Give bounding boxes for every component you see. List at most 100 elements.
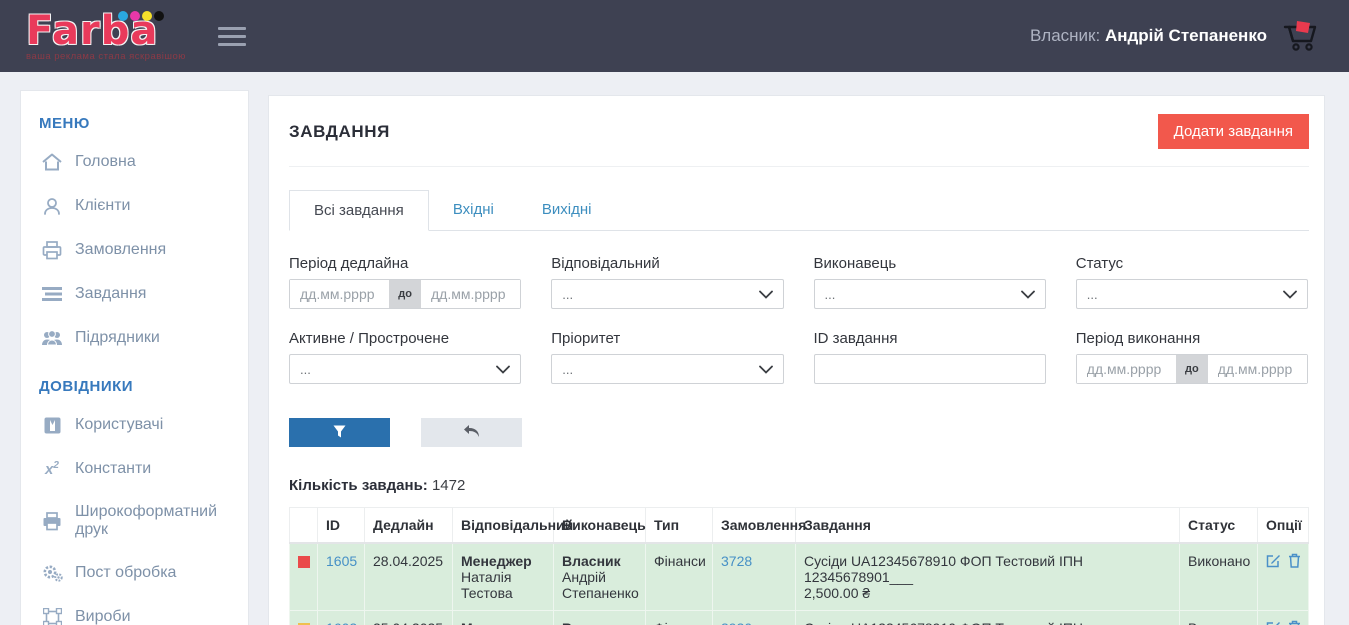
- active-overdue-label: Активне / Прострочене: [289, 330, 521, 347]
- delete-icon[interactable]: [1288, 620, 1301, 625]
- responsible-cell: Менеджер Наталія Тестова: [453, 543, 554, 611]
- chevron-down-icon: [496, 365, 510, 374]
- deadline-period-range: до: [289, 279, 521, 309]
- apply-filter-button[interactable]: [289, 418, 390, 447]
- task-count-label: Кількість завдань:: [289, 477, 428, 494]
- executor-select-value: ...: [825, 287, 836, 302]
- title-row: ЗАВДАННЯ Додати завдання: [289, 114, 1309, 149]
- status-select-value: ...: [1087, 287, 1098, 302]
- sidebar-item-label: Головна: [75, 153, 136, 171]
- sidebar-item-constants[interactable]: x2 Константи: [37, 447, 248, 491]
- logo-cmyk-dots: [118, 11, 164, 21]
- yellow-dot: [142, 11, 152, 21]
- tab-outbox[interactable]: Вихідні: [518, 190, 616, 231]
- executor-label: Виконавець: [814, 255, 1046, 272]
- task-id-input[interactable]: [814, 354, 1046, 384]
- sidebar-section-menu-title: МЕНЮ: [39, 115, 248, 132]
- responsible-label: Відповідальний: [551, 255, 783, 272]
- topbar-right: Власник: Андрій Степаненко: [1030, 16, 1321, 57]
- col-deadline: Дедлайн: [365, 508, 453, 544]
- page-title: ЗАВДАННЯ: [289, 122, 390, 142]
- execution-from-input[interactable]: [1077, 355, 1176, 383]
- col-id: ID: [318, 508, 365, 544]
- printer-icon: [41, 240, 63, 260]
- cart-icon[interactable]: [1283, 18, 1321, 59]
- sidebar-item-label: Клієнти: [75, 197, 130, 215]
- status-label: Статус: [1076, 255, 1308, 272]
- active-overdue-field: Активне / Прострочене ...: [289, 330, 521, 384]
- tab-inbox[interactable]: Вхідні: [429, 190, 518, 231]
- sidebar-item-home[interactable]: Головна: [37, 140, 248, 184]
- sidebar-item-tasks[interactable]: Завдання: [37, 272, 248, 316]
- col-executor: Виконавець: [554, 508, 646, 544]
- owner-info: Власник: Андрій Степаненко: [1030, 26, 1267, 46]
- delete-icon[interactable]: [1288, 553, 1301, 568]
- status-select[interactable]: ...: [1076, 279, 1308, 309]
- sidebar: МЕНЮ Головна Клієнти Замовлення Завдання: [20, 90, 249, 625]
- sidebar-item-products[interactable]: Вироби: [37, 595, 248, 625]
- executor-cell: Власник: [554, 611, 646, 625]
- execution-to-input[interactable]: [1208, 355, 1307, 383]
- executor-select[interactable]: ...: [814, 279, 1046, 309]
- responsible-select[interactable]: ...: [551, 279, 783, 309]
- type-cell: Фінанси: [646, 543, 713, 611]
- farba-logo[interactable]: Farba ваша реклама стала яскравішою: [26, 13, 166, 62]
- funnel-icon: [333, 425, 346, 441]
- responsible-name: Наталія Тестова: [461, 569, 545, 601]
- type-cell: Фінанси: [646, 611, 713, 625]
- tabs-bar: Всі завдання Вхідні Вихідні: [289, 189, 1309, 231]
- active-overdue-select[interactable]: ...: [289, 354, 521, 384]
- execution-period-label: Період виконання: [1076, 330, 1308, 347]
- chevron-down-icon: [759, 290, 773, 299]
- status-cell: Виконано: [1180, 543, 1258, 611]
- sidebar-item-users[interactable]: Користувачі: [37, 403, 248, 447]
- col-order: Замовлення: [713, 508, 796, 544]
- executor-cell: Власник Андрій Степаненко: [554, 543, 646, 611]
- tasks-icon: [41, 284, 63, 304]
- title-divider: [289, 166, 1309, 167]
- undo-arrow-icon: [463, 424, 481, 441]
- chevron-down-icon: [759, 365, 773, 374]
- responsible-role: Менеджер: [461, 553, 545, 569]
- status-cell: Виконано: [1180, 611, 1258, 625]
- task-count-value: 1472: [432, 477, 465, 494]
- edit-icon[interactable]: [1266, 620, 1281, 625]
- tab-all-tasks[interactable]: Всі завдання: [289, 190, 429, 231]
- edit-icon[interactable]: [1266, 553, 1281, 568]
- task-id-link[interactable]: 1602: [326, 620, 357, 625]
- responsible-cell: Менеджер: [453, 611, 554, 625]
- col-task: Завдання: [796, 508, 1180, 544]
- deadline-period-field: Період дедлайна до: [289, 255, 521, 309]
- tasks-table: ID Дедлайн Відповідальний Виконавець Тип…: [289, 507, 1309, 625]
- deadline-cell: 25.04.2025: [365, 611, 453, 625]
- priority-select[interactable]: ...: [551, 354, 783, 384]
- task-text-line1: Сусіди UA12345678910 ФОП Тестовий ІПН 12…: [804, 553, 1171, 585]
- sidebar-item-clients[interactable]: Клієнти: [37, 184, 248, 228]
- responsible-field: Відповідальний ...: [551, 255, 783, 309]
- priority-select-value: ...: [562, 362, 573, 377]
- table-header-row: ID Дедлайн Відповідальний Виконавець Тип…: [290, 508, 1309, 544]
- hamburger-menu-icon[interactable]: [218, 27, 246, 46]
- vector-square-icon: [41, 607, 63, 625]
- sidebar-item-orders[interactable]: Замовлення: [37, 228, 248, 272]
- reset-filter-button[interactable]: [421, 418, 522, 447]
- responsible-role: Менеджер: [461, 620, 545, 625]
- sidebar-item-label: Підрядники: [75, 329, 160, 347]
- sidebar-item-wide-format-print[interactable]: Широкоформатний друк: [37, 491, 248, 551]
- order-link[interactable]: 3728: [721, 553, 752, 569]
- add-task-button[interactable]: Додати завдання: [1158, 114, 1309, 149]
- deadline-to-input[interactable]: [421, 280, 520, 308]
- gears-icon: [41, 563, 63, 583]
- sidebar-item-post-processing[interactable]: Пост обробка: [37, 551, 248, 595]
- responsible-select-value: ...: [562, 287, 573, 302]
- deadline-from-input[interactable]: [290, 280, 389, 308]
- order-link[interactable]: 3930: [721, 620, 752, 625]
- task-id-link[interactable]: 1605: [326, 553, 357, 569]
- sidebar-item-contractors[interactable]: Підрядники: [37, 316, 248, 360]
- id-badge-icon: [41, 415, 63, 435]
- owner-name: Андрій Степаненко: [1105, 26, 1267, 45]
- group-icon: [41, 328, 63, 348]
- chevron-down-icon: [1283, 290, 1297, 299]
- executor-role: Власник: [562, 553, 637, 569]
- priority-field: Пріоритет ...: [551, 330, 783, 384]
